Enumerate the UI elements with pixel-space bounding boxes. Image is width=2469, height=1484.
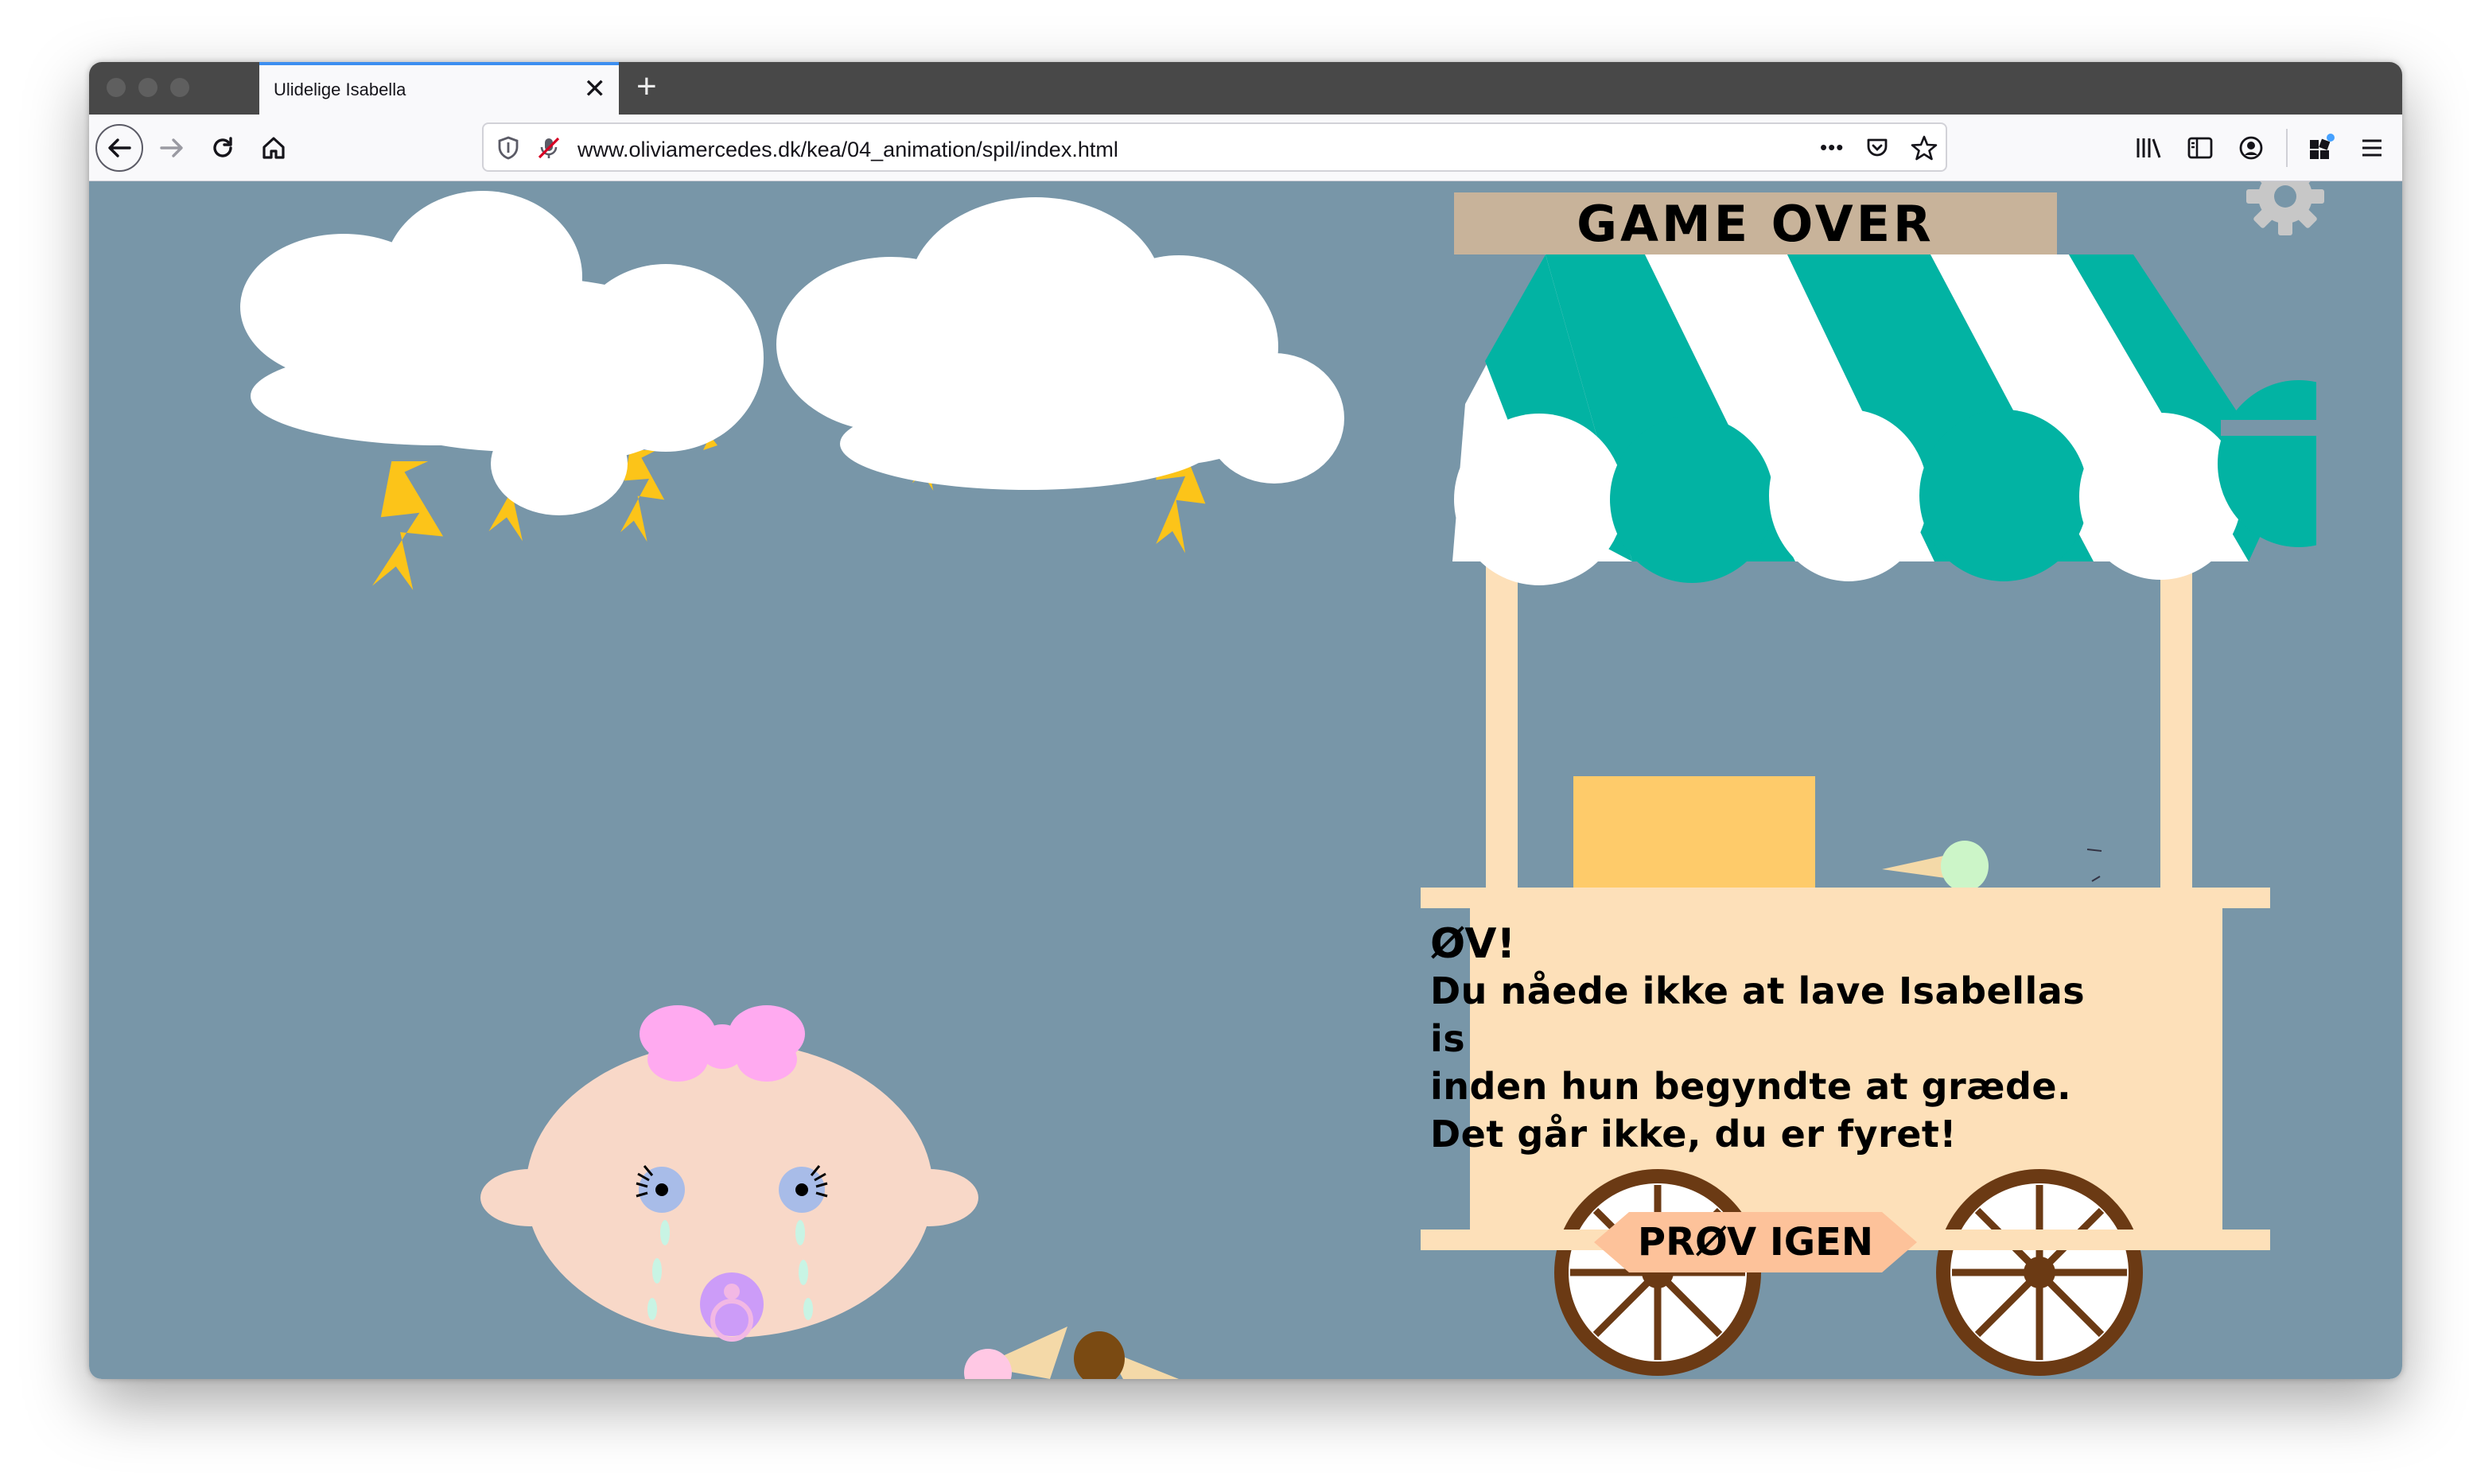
back-arrow-icon	[108, 138, 131, 157]
sparkle-marks	[2086, 849, 2102, 882]
nav-toolbar: www.oliviamercedes.dk/kea/04_animation/s…	[89, 115, 2402, 181]
message-line-3: Det går ikke, du er fyret!	[1430, 1113, 1957, 1156]
new-tab-button[interactable]: +	[636, 67, 657, 107]
forward-button[interactable]	[148, 124, 196, 172]
falling-ice-creams	[964, 1327, 1179, 1379]
url-text[interactable]: www.oliviamercedes.dk/kea/04_animation/s…	[577, 138, 1118, 162]
menu-icon[interactable]	[2356, 132, 2388, 164]
ice-cream-cone-icon	[964, 1327, 1067, 1379]
more-icon[interactable]: •••	[1820, 135, 1844, 160]
message-line-2: inden hun begyndte at græde.	[1430, 1065, 2072, 1108]
sidebar-icon[interactable]	[2184, 132, 2216, 164]
message-line-1: Du nåede ikke at lave Isabellas is	[1430, 969, 2086, 1060]
tab-active[interactable]: Ulidelige Isabella ✕	[259, 62, 619, 115]
shield-icon[interactable]	[496, 135, 520, 165]
star-icon[interactable]	[1911, 134, 1938, 165]
home-icon	[262, 137, 285, 159]
pocket-icon[interactable]	[1864, 135, 1890, 165]
zoom-window-button[interactable]	[170, 78, 189, 97]
browser-window: Ulidelige Isabella ✕ + www.oliviamercede…	[89, 62, 2402, 1379]
awning	[1452, 254, 2316, 585]
reload-icon	[213, 137, 232, 157]
address-bar[interactable]: www.oliviamercedes.dk/kea/04_animation/s…	[482, 122, 1947, 172]
retry-button[interactable]: PRØV IGEN	[1594, 1212, 1917, 1272]
extensions-icon[interactable]	[2305, 132, 2337, 164]
mic-blocked-icon[interactable]	[536, 135, 562, 165]
crying-baby	[480, 1005, 978, 1342]
back-button[interactable]	[95, 124, 143, 172]
toolbar-divider	[2286, 129, 2288, 167]
storm-cloud-right	[776, 197, 1344, 554]
tab-title: Ulidelige Isabella	[274, 80, 406, 99]
game-over-sign: GAME OVER	[1454, 192, 2057, 254]
forward-arrow-icon	[160, 138, 183, 157]
wheel-right	[1936, 1169, 2143, 1376]
game-over-message: ØV! Du nåede ikke at lave Isabellas is i…	[1430, 921, 2114, 1158]
game-viewport: GAME OVER ØV! Du nåede ikke at lave Isab…	[89, 181, 2402, 1379]
ice-cream-cone-icon	[1074, 1331, 1179, 1379]
close-window-button[interactable]	[107, 78, 126, 97]
game-over-title: GAME OVER	[1577, 194, 1934, 253]
reload-button[interactable]	[199, 124, 247, 172]
ice-cream-cone-icon	[1882, 841, 1989, 892]
title-bar: Ulidelige Isabella ✕ +	[89, 62, 2402, 115]
retry-label: PRØV IGEN	[1637, 1220, 1874, 1265]
ice-cream-cart	[1421, 254, 2316, 1376]
home-button[interactable]	[250, 124, 297, 172]
minimize-window-button[interactable]	[138, 78, 157, 97]
wheel-left	[1554, 1169, 1761, 1376]
ice-cream-box	[1573, 776, 1815, 894]
tab-close-icon[interactable]: ✕	[584, 73, 607, 105]
account-icon[interactable]	[2235, 132, 2267, 164]
library-icon[interactable]	[2133, 132, 2165, 164]
message-title: ØV!	[1430, 920, 1516, 968]
